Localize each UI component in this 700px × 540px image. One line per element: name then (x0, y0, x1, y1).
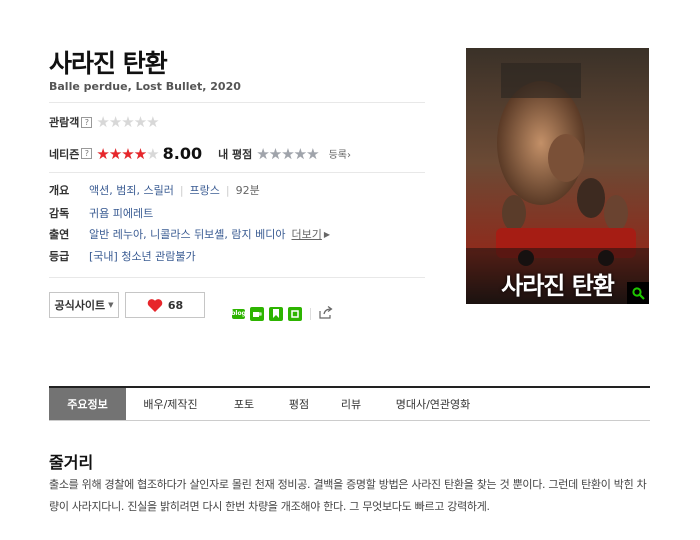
overview-row: 개요 액션, 범죄, 스릴러 | 프랑스 | 92분 (49, 182, 260, 198)
movie-subtitle: Balle perdue, Lost Bullet, 2020 (49, 80, 241, 93)
director-link[interactable]: 귀욤 피에레트 (89, 205, 153, 221)
tab-cast-crew[interactable]: 배우/제작진 (126, 388, 215, 420)
genre-link[interactable]: 액션, 범죄, 스릴러 (89, 182, 174, 198)
magnifier-icon[interactable] (627, 282, 649, 304)
netizen-score: 8.00 (162, 144, 203, 163)
bookmark-icon[interactable] (269, 306, 283, 321)
share-icons: blog (231, 304, 333, 323)
runtime: 92분 (235, 184, 260, 197)
help-icon[interactable]: ? (81, 148, 93, 159)
my-rating-label: 내 평점 (218, 147, 253, 161)
grade-row: 등급 [국내] 청소년 관람불가 (49, 248, 196, 264)
more-cast-link[interactable]: 더보기 (292, 226, 322, 242)
grade-label: 등급 (49, 250, 70, 263)
overview-label: 개요 (49, 184, 70, 197)
audience-rating: 관람객? ★★★★★★★★★★ (49, 113, 160, 131)
blog-icon[interactable]: blog (231, 308, 246, 319)
director-row: 감독 귀욤 피에레트 (49, 205, 153, 221)
like-count: 68 (167, 298, 184, 312)
divider (310, 307, 311, 320)
tab-photo[interactable]: 포토 (215, 388, 273, 420)
audience-label: 관람객? (49, 114, 93, 130)
caret-right-icon: ▶ (323, 229, 331, 239)
movie-title: 사라진 탄환 (49, 49, 168, 78)
tab-quotes-related[interactable]: 명대사/연관영화 (377, 388, 489, 420)
cast-link[interactable]: 알반 레누아, 니콜라스 뒤보셸, 람지 베디아 (89, 226, 286, 242)
netizen-rating: 네티즌? ★★★★★★★★★★ 8.00 내 평점 ★★★★★★★★★★ 등록› (49, 144, 351, 163)
share-icon[interactable] (319, 304, 333, 323)
plot-heading: 줄거리 (49, 453, 94, 472)
tab-main-info[interactable]: 주요정보 (49, 388, 126, 420)
chevron-right-icon: › (346, 150, 351, 161)
cast-row: 출연 알반 레누아, 니콜라스 뒤보셸, 람지 베디아 더보기 ▶ (49, 226, 330, 242)
grade-link[interactable]: [국내] 청소년 관람불가 (89, 248, 196, 264)
poster-title: 사라진 탄환 (501, 272, 615, 300)
separator: | (225, 183, 230, 197)
keep-icon[interactable] (288, 306, 302, 321)
netizen-stars: ★★★★★★★★★★ (96, 144, 159, 163)
caret-down-icon: ▼ (108, 301, 114, 309)
country-link[interactable]: 프랑스 (190, 182, 220, 198)
cafe-icon[interactable] (250, 306, 264, 321)
cast-label: 출연 (49, 228, 70, 241)
tab-review[interactable]: 리뷰 (325, 388, 377, 420)
plot-text: 출소를 위해 경찰에 협조하다가 살인자로 몰린 천재 정비공. 결백을 증명할… (49, 478, 647, 513)
heart-icon (147, 299, 163, 312)
separator: | (179, 183, 184, 197)
help-icon[interactable]: ? (81, 116, 93, 128)
divider (49, 172, 425, 173)
tab-bar: 주요정보 배우/제작진 포토 평점 리뷰 명대사/연관영화 (49, 386, 650, 421)
tab-rating[interactable]: 평점 (273, 388, 325, 420)
movie-poster[interactable]: 사라진 탄환 (466, 48, 649, 304)
register-rating-link[interactable]: 등록› (329, 146, 351, 161)
official-site-button[interactable]: 공식사이트 ▼ (49, 292, 119, 318)
audience-stars: ★★★★★★★★★★ (96, 113, 159, 131)
like-button[interactable]: 68 (125, 292, 205, 318)
divider (49, 277, 425, 278)
director-label: 감독 (49, 207, 70, 220)
my-rating-stars[interactable]: ★★★★★ ★★★★★ (256, 146, 319, 162)
netizen-label: 네티즌? (49, 146, 93, 162)
divider (49, 102, 425, 103)
